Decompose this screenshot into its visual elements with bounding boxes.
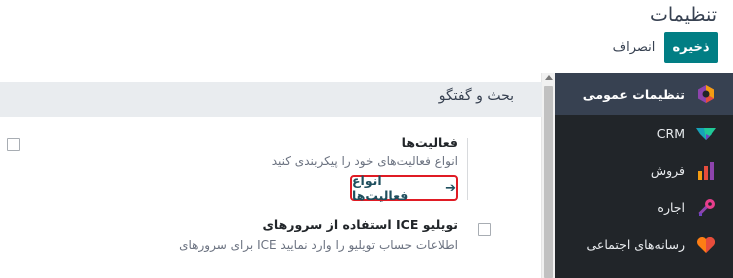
- sidebar-item-crm[interactable]: CRM: [555, 115, 733, 152]
- settings-hexagon-icon: [695, 83, 717, 105]
- page-title: تنظیمات: [649, 4, 717, 26]
- twilio-ice-setting-description: برای سرورهای ICE اطلاعات حساب تویلیو را …: [179, 238, 458, 252]
- twilio-ice-checkbox[interactable]: [478, 223, 491, 236]
- discard-button[interactable]: انصراف: [608, 32, 660, 63]
- activity-types-link[interactable]: ➔ انواع فعالیت‌ها: [350, 173, 458, 203]
- save-button[interactable]: ذخیره: [664, 32, 718, 63]
- arrow-right-icon: ➔: [445, 180, 456, 196]
- sidebar-item-general-settings[interactable]: تنظیمات عمومی: [555, 73, 733, 115]
- settings-sidebar: تنظیمات عمومی CRM فروش: [555, 73, 733, 278]
- sidebar-item-label: رسانه‌های اجتماعی: [586, 237, 685, 252]
- sidebar-item-sales[interactable]: فروش: [555, 152, 733, 189]
- sales-chart-icon: [695, 160, 717, 182]
- social-heart-icon: [695, 234, 717, 256]
- section-title: بحث و گفتگو: [438, 88, 514, 104]
- sidebar-item-rental[interactable]: اجاره: [555, 189, 733, 226]
- activities-checkbox[interactable]: [7, 138, 20, 151]
- sidebar-item-label: CRM: [656, 126, 685, 141]
- crm-handshake-icon: [695, 123, 717, 145]
- sidebar-item-label: تنظیمات عمومی: [582, 86, 685, 102]
- twilio-ice-setting-title: استفاده از سرورهای ICE تویلیو: [262, 217, 458, 232]
- activity-types-link-label: انواع فعالیت‌ها: [352, 173, 409, 203]
- scroll-up-arrow-icon[interactable]: [545, 75, 553, 80]
- section-header-discuss: بحث و گفتگو: [0, 82, 542, 117]
- activities-setting-title: فعالیت‌ها: [401, 135, 458, 150]
- setting-divider: [467, 138, 468, 200]
- content-scrollbar[interactable]: [541, 73, 555, 278]
- rental-key-icon: [695, 197, 717, 219]
- activities-setting-description: انواع فعالیت‌های خود را پیکربندی کنید: [271, 154, 458, 168]
- sidebar-item-label: اجاره: [657, 200, 685, 215]
- sidebar-item-label: فروش: [650, 163, 685, 178]
- scrollbar-thumb[interactable]: [544, 86, 553, 278]
- sidebar-item-social-media[interactable]: رسانه‌های اجتماعی: [555, 226, 733, 263]
